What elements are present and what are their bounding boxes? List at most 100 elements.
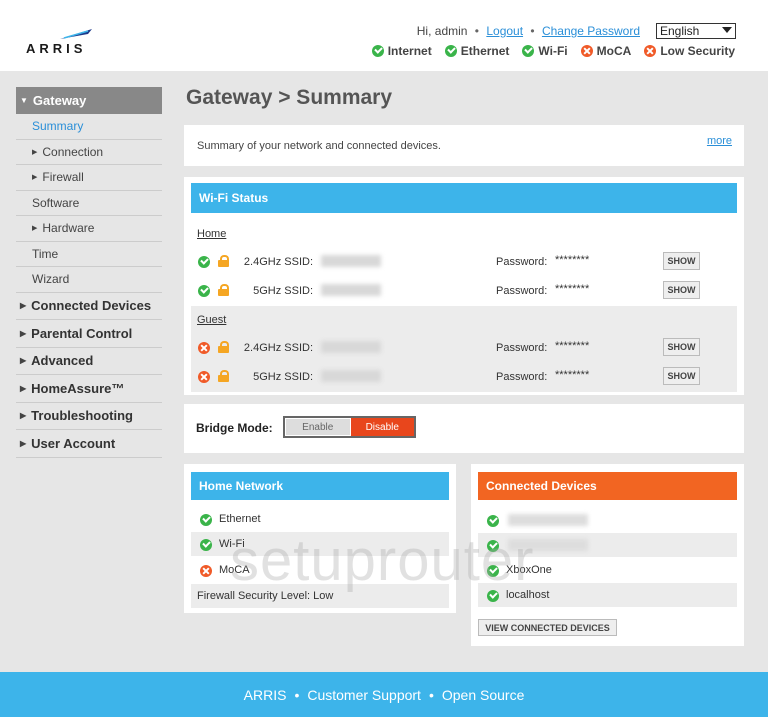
more-link[interactable]: more bbox=[707, 135, 732, 147]
check-icon bbox=[200, 514, 212, 526]
device-name-blurred bbox=[508, 539, 588, 551]
ssid-value-blurred bbox=[321, 370, 381, 382]
sidebar-sub-hardware[interactable]: ▶ Hardware bbox=[16, 216, 162, 242]
bridge-enable-button[interactable]: Enable bbox=[285, 418, 351, 436]
sidebar: ▼ Gateway Summary ▶ Connection ▶ Firewall S… bbox=[16, 87, 162, 458]
caret-right-icon: ▶ bbox=[20, 383, 27, 393]
intro-text: Summary of your network and connected de… bbox=[197, 140, 441, 152]
sidebar-sub-time[interactable]: Time bbox=[16, 242, 162, 267]
home-network-item: Ethernet bbox=[191, 507, 449, 531]
check-icon bbox=[198, 256, 210, 268]
show-password-button[interactable]: SHOW bbox=[663, 281, 700, 299]
caret-down-icon: ▼ bbox=[20, 96, 28, 105]
check-icon bbox=[371, 45, 384, 57]
show-password-button[interactable]: SHOW bbox=[663, 252, 700, 270]
intro-card: Summary of your network and connected de… bbox=[184, 125, 744, 166]
home-network-header: Home Network bbox=[191, 472, 449, 500]
device-row: XboxOne bbox=[478, 558, 737, 582]
arris-logo: ARRIS bbox=[26, 28, 98, 56]
check-icon bbox=[487, 540, 499, 552]
firewall-label: Firewall Security Level: bbox=[197, 590, 311, 602]
status-internet: Internet bbox=[371, 44, 432, 58]
ssid-value-blurred bbox=[321, 341, 381, 353]
chevron-down-icon bbox=[722, 27, 732, 33]
bridge-disable-button[interactable]: Disable bbox=[350, 418, 414, 436]
check-icon bbox=[444, 45, 457, 57]
sidebar-item-connected-devices[interactable]: ▶ Connected Devices bbox=[16, 293, 162, 320]
device-row bbox=[478, 533, 737, 557]
firewall-value: Low bbox=[313, 590, 334, 602]
caret-right-icon: ▶ bbox=[32, 174, 38, 182]
sidebar-sub-software[interactable]: Software bbox=[16, 191, 162, 216]
home-network-card: Home Network Ethernet Wi-Fi MoCA Firewal… bbox=[184, 464, 456, 613]
caret-right-icon: ▶ bbox=[20, 328, 27, 338]
footer-support-link[interactable]: Customer Support bbox=[307, 687, 421, 703]
caret-right-icon: ▶ bbox=[20, 356, 27, 366]
sidebar-item-homeassure[interactable]: ▶ HomeAssure™ bbox=[16, 375, 162, 403]
error-icon bbox=[198, 371, 210, 383]
sidebar-item-parental-control[interactable]: ▶ Parental Control bbox=[16, 320, 162, 348]
check-icon bbox=[198, 285, 210, 297]
wifi-row-home-5: 5GHz SSID: Password: ******** SHOW bbox=[191, 277, 737, 305]
check-icon bbox=[487, 565, 499, 577]
check-icon bbox=[487, 515, 499, 527]
status-ethernet: Ethernet bbox=[444, 44, 509, 58]
error-icon bbox=[198, 342, 210, 354]
footer-arris-link[interactable]: ARRIS bbox=[244, 687, 287, 703]
header: ARRIS Hi, admin • Logout • Change Passwo… bbox=[0, 0, 768, 71]
check-icon bbox=[200, 539, 212, 551]
footer-open-source-link[interactable]: Open Source bbox=[442, 687, 525, 703]
wifi-row-home-24: 2.4GHz SSID: Password: ******** SHOW bbox=[191, 248, 737, 276]
lock-icon bbox=[218, 255, 229, 267]
page-title: Gateway > Summary bbox=[186, 86, 393, 109]
status-bar: Internet Ethernet Wi-Fi MoCA Low Securit… bbox=[371, 44, 735, 58]
view-connected-devices-button[interactable]: VIEW CONNECTED DEVICES bbox=[478, 619, 617, 636]
logout-link[interactable]: Logout bbox=[486, 24, 523, 38]
sidebar-item-user-account[interactable]: ▶ User Account bbox=[16, 430, 162, 458]
lock-icon bbox=[218, 284, 229, 296]
guest-group-label: Guest bbox=[197, 314, 227, 326]
error-icon bbox=[200, 565, 212, 577]
caret-right-icon: ▶ bbox=[32, 148, 38, 156]
language-value: English bbox=[660, 24, 700, 38]
greeting: Hi, admin bbox=[416, 24, 468, 38]
caret-right-icon: ▶ bbox=[32, 225, 38, 233]
status-moca: MoCA bbox=[580, 44, 631, 58]
sidebar-item-troubleshooting[interactable]: ▶ Troubleshooting bbox=[16, 403, 162, 430]
ssid-value-blurred bbox=[321, 284, 381, 296]
wifi-row-guest-24: 2.4GHz SSID: Password: ******** SHOW bbox=[191, 334, 737, 362]
sidebar-item-advanced[interactable]: ▶ Advanced bbox=[16, 348, 162, 375]
sidebar-sub-wizard[interactable]: Wizard bbox=[16, 267, 162, 293]
lock-icon bbox=[218, 370, 229, 382]
sidebar-sub-summary[interactable]: Summary bbox=[16, 114, 162, 140]
show-password-button[interactable]: SHOW bbox=[663, 367, 700, 385]
sidebar-sub-firewall[interactable]: ▶ Firewall bbox=[16, 165, 162, 191]
connected-devices-header: Connected Devices bbox=[478, 472, 737, 500]
home-network-item: MoCA bbox=[191, 558, 449, 582]
caret-right-icon: ▶ bbox=[20, 301, 27, 311]
caret-right-icon: ▶ bbox=[20, 438, 27, 448]
change-password-link[interactable]: Change Password bbox=[542, 24, 640, 38]
status-security: Low Security bbox=[644, 44, 735, 58]
sidebar-sub-connection[interactable]: ▶ Connection bbox=[16, 140, 162, 165]
ssid-value-blurred bbox=[321, 255, 381, 267]
logo-swoosh-icon bbox=[60, 29, 92, 39]
show-password-button[interactable]: SHOW bbox=[663, 338, 700, 356]
wifi-status-header: Wi-Fi Status bbox=[191, 183, 737, 213]
error-icon bbox=[644, 45, 657, 57]
user-line: Hi, admin • Logout • Change Password bbox=[416, 24, 640, 38]
wifi-status-card: Wi-Fi Status Home 2.4GHz SSID: Password:… bbox=[184, 177, 744, 395]
footer: ARRIS • Customer Support • Open Source bbox=[0, 672, 768, 717]
check-icon bbox=[522, 45, 535, 57]
bridge-mode-card: Bridge Mode: Enable Disable bbox=[184, 404, 744, 453]
home-group-label: Home bbox=[197, 228, 227, 240]
device-row: localhost bbox=[478, 583, 737, 607]
bridge-mode-label: Bridge Mode: bbox=[196, 421, 273, 435]
device-name-blurred bbox=[508, 514, 588, 526]
logo-text: ARRIS bbox=[26, 41, 87, 56]
sidebar-item-gateway[interactable]: ▼ Gateway bbox=[16, 87, 162, 114]
status-wifi: Wi-Fi bbox=[522, 44, 568, 58]
bridge-mode-toggle: Enable Disable bbox=[283, 416, 416, 438]
language-select[interactable]: English bbox=[656, 23, 736, 39]
device-row bbox=[478, 508, 737, 532]
